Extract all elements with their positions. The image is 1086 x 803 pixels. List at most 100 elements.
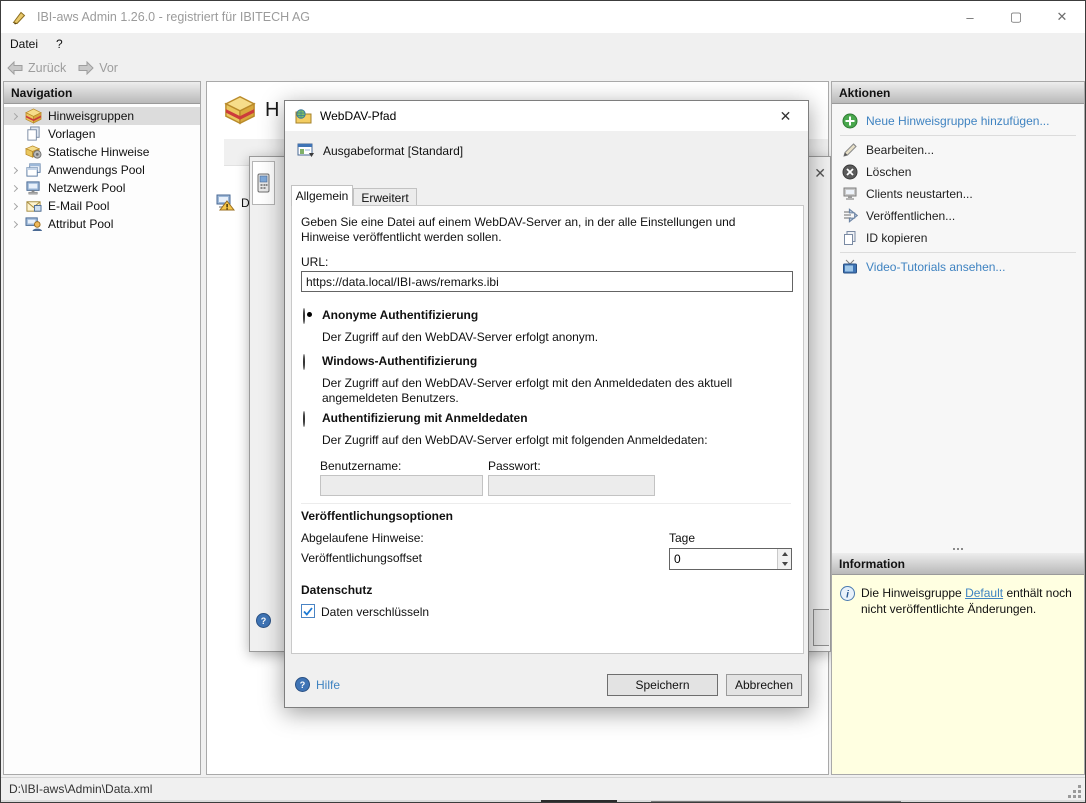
- webdav-folder-icon: [295, 109, 312, 124]
- back-button[interactable]: Zurück: [1, 59, 72, 77]
- menu-bar: Datei ?: [1, 33, 1085, 55]
- actions-header: Aktionen: [832, 82, 1084, 104]
- panel-splitter[interactable]: [832, 544, 1084, 553]
- publish-offset-spinner[interactable]: [669, 548, 792, 570]
- navigation-header: Navigation: [4, 82, 200, 104]
- action-restart-clients[interactable]: Clients neustarten...: [832, 183, 1084, 205]
- dialog-title-bar: WebDAV-Pfad ✕: [285, 101, 808, 131]
- clients-restart-icon: [842, 186, 858, 202]
- attribute-pool-icon: [25, 216, 42, 232]
- minimize-button[interactable]: –: [947, 1, 993, 33]
- maximize-button[interactable]: ▢: [993, 1, 1039, 33]
- credentials-auth-desc: Der Zugriff auf den WebDAV-Server erfolg…: [322, 433, 772, 447]
- tab-erweitert[interactable]: Erweitert: [353, 188, 417, 206]
- help-icon[interactable]: ?: [256, 613, 271, 628]
- templates-icon: [25, 126, 42, 142]
- client-warning-icon: [213, 194, 235, 211]
- menu-datei[interactable]: Datei: [1, 34, 47, 54]
- url-label: URL:: [301, 255, 328, 269]
- nav-item-anwendungs-pool[interactable]: Anwendungs Pool: [4, 161, 200, 179]
- title-bar: IBI-aws Admin 1.26.0 - registriert für I…: [1, 1, 1085, 33]
- spinner-up-icon[interactable]: [778, 549, 791, 559]
- forward-arrow-icon: [78, 61, 94, 75]
- network-pool-icon: [25, 180, 42, 196]
- radio-windows-auth-label[interactable]: Windows-Authentifizierung: [322, 354, 477, 368]
- radio-anonymous-auth-label[interactable]: Anonyme Authentifizierung: [322, 308, 478, 322]
- check-icon: [303, 607, 313, 616]
- action-add-group[interactable]: Neue Hinweisgruppe hinzufügen...: [832, 110, 1084, 132]
- spinner-down-icon[interactable]: [778, 559, 791, 569]
- background-dialog-tab[interactable]: [252, 161, 275, 205]
- cancel-button[interactable]: Abbrechen: [726, 674, 802, 696]
- divider: [840, 252, 1076, 253]
- expired-notes-label: Abgelaufene Hinweise:: [301, 531, 424, 545]
- taskbar-edge: [1, 800, 1085, 802]
- copy-icon: [842, 230, 858, 246]
- information-panel: Information i Die Hinweisgruppe Default …: [832, 553, 1084, 774]
- url-input[interactable]: [301, 271, 793, 292]
- publish-offset-label: Veröffentlichungsoffset: [301, 551, 422, 565]
- default-group-link[interactable]: Default: [965, 586, 1003, 600]
- dialog-close-button[interactable]: ✕: [763, 101, 808, 131]
- nav-item-vorlagen[interactable]: Vorlagen: [4, 125, 200, 143]
- publish-offset-input[interactable]: [670, 549, 791, 569]
- info-icon: i: [840, 586, 855, 601]
- action-publish[interactable]: Veröffentlichen...: [832, 205, 1084, 227]
- chevron-right-icon[interactable]: [11, 220, 18, 227]
- nav-item-attribut-pool[interactable]: Attribut Pool: [4, 215, 200, 233]
- radio-windows-auth[interactable]: [303, 354, 305, 370]
- tab-allgemein[interactable]: Allgemein: [291, 185, 353, 206]
- password-input[interactable]: [488, 475, 655, 496]
- information-message: Die Hinweisgruppe Default enthält noch n…: [861, 585, 1076, 617]
- group-row-default[interactable]: D: [213, 194, 250, 211]
- tv-icon: [842, 259, 858, 275]
- svg-text:i: i: [846, 590, 849, 601]
- action-delete[interactable]: Löschen: [832, 161, 1084, 183]
- nav-item-netzwerk-pool[interactable]: Netzwerk Pool: [4, 179, 200, 197]
- windows-auth-desc: Der Zugriff auf den WebDAV-Server erfolg…: [322, 376, 752, 406]
- svg-text:?: ?: [300, 680, 306, 690]
- radio-anonymous-auth[interactable]: [303, 308, 305, 324]
- status-file-path: D:\IBI-aws\Admin\Data.xml: [9, 782, 152, 796]
- encrypt-checkbox-label[interactable]: Daten verschlüsseln: [321, 605, 429, 619]
- days-column-label: Tage: [669, 531, 695, 545]
- action-edit[interactable]: Bearbeiten...: [832, 139, 1084, 161]
- static-notes-icon: [25, 144, 42, 160]
- forward-button[interactable]: Vor: [72, 59, 124, 77]
- action-video-tutorials[interactable]: Video-Tutorials ansehen...: [832, 256, 1084, 278]
- username-input[interactable]: [320, 475, 483, 496]
- background-dialog-close-icon[interactable]: ✕: [814, 165, 826, 182]
- nav-toolbar: Zurück Vor: [1, 55, 1085, 80]
- delete-icon: [842, 164, 858, 180]
- radio-credentials-auth[interactable]: [303, 411, 305, 427]
- tab-panel-allgemein: Geben Sie eine Datei auf einem WebDAV-Se…: [291, 205, 804, 654]
- action-copy-id[interactable]: ID kopieren: [832, 227, 1084, 249]
- back-arrow-icon: [7, 61, 23, 75]
- information-header: Information: [832, 553, 1084, 575]
- status-bar: D:\IBI-aws\Admin\Data.xml: [1, 777, 1085, 800]
- actions-panel: Aktionen Neue Hinweisgruppe hinzufügen..…: [831, 81, 1085, 775]
- chevron-right-icon[interactable]: [11, 202, 18, 209]
- divider: [840, 135, 1076, 136]
- anonymous-auth-desc: Der Zugriff auf den WebDAV-Server erfolg…: [322, 330, 772, 344]
- chevron-right-icon[interactable]: [11, 184, 18, 191]
- chevron-right-icon[interactable]: [11, 166, 18, 173]
- privacy-heading: Datenschutz: [301, 583, 372, 597]
- help-link[interactable]: ? Hilfe: [295, 677, 340, 692]
- encrypt-checkbox[interactable]: [301, 604, 315, 618]
- app-pool-icon: [25, 162, 42, 178]
- resize-grip[interactable]: [1068, 785, 1082, 799]
- radio-credentials-auth-label[interactable]: Authentifizierung mit Anmeldedaten: [322, 411, 528, 425]
- navigation-panel: Navigation Hinweisgruppen Vorlagen: [3, 81, 201, 775]
- save-button[interactable]: Speichern: [607, 674, 718, 696]
- nav-item-statische-hinweise[interactable]: Statische Hinweise: [4, 143, 200, 161]
- dialog-title: WebDAV-Pfad: [320, 109, 396, 123]
- nav-item-hinweisgruppen[interactable]: Hinweisgruppen: [4, 107, 200, 125]
- nav-item-email-pool[interactable]: E-Mail Pool: [4, 197, 200, 215]
- window-title: IBI-aws Admin 1.26.0 - registriert für I…: [37, 10, 310, 24]
- webdav-pfad-dialog: WebDAV-Pfad ✕ Ausgabeformat [Standard] A…: [284, 100, 809, 708]
- close-button[interactable]: ✕: [1039, 1, 1085, 33]
- handheld-client-icon: [257, 173, 270, 193]
- menu-help[interactable]: ?: [47, 34, 72, 54]
- chevron-right-icon[interactable]: [11, 112, 18, 119]
